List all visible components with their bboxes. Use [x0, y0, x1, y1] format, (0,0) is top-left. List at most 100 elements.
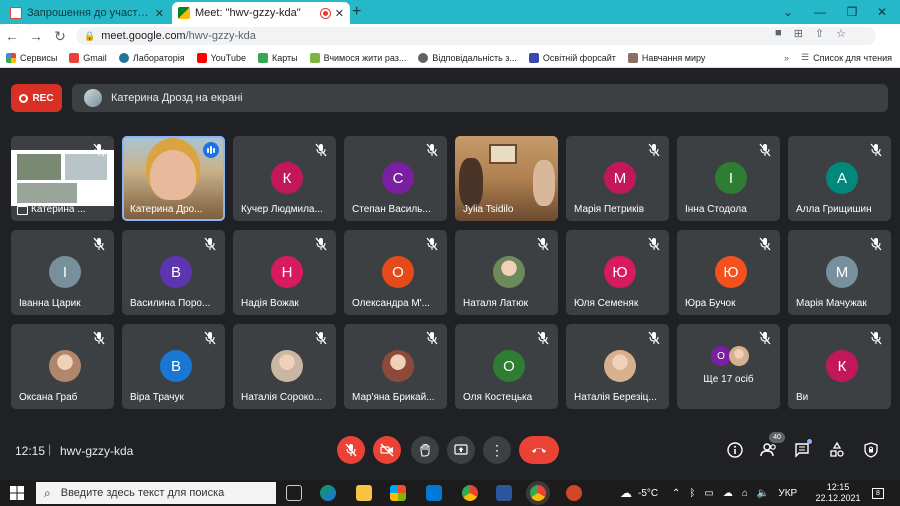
chrome-active-icon[interactable]: [530, 485, 546, 501]
word-icon[interactable]: [496, 485, 512, 501]
network-icon[interactable]: ⌂: [742, 488, 748, 499]
more-options-button[interactable]: ⋮: [483, 436, 511, 464]
chevron-up-icon[interactable]: ⌃: [672, 488, 680, 499]
participant-tile[interactable]: Jylia Tsidilo: [455, 136, 558, 221]
present-screen-button[interactable]: [447, 436, 475, 464]
participant-tile[interactable]: Оксана Граб: [11, 324, 114, 409]
forward-icon[interactable]: →: [24, 28, 48, 44]
chat-button[interactable]: [790, 438, 814, 462]
camera-off-button[interactable]: [373, 436, 401, 464]
participant-tile[interactable]: І Інна Стодола: [677, 136, 780, 221]
participant-tile[interactable]: Наталія Сороко...: [233, 324, 336, 409]
tab-invitation[interactable]: Запрошення до участі в освітн ✕: [4, 2, 170, 24]
participant-tile[interactable]: Наталя Латюк: [455, 230, 558, 315]
present-icon: [454, 444, 468, 455]
participant-tile[interactable]: К Ви: [788, 324, 891, 409]
bookmark-item[interactable]: Відповідальність з...: [412, 52, 523, 63]
participant-tile[interactable]: І Іванна Царик: [11, 230, 114, 315]
new-tab-button[interactable]: +: [352, 3, 361, 21]
bookmark-item[interactable]: Лабораторія: [113, 52, 191, 63]
close-tab-icon[interactable]: ✕: [155, 7, 164, 20]
bookmark-item[interactable]: Освітній форсайт: [523, 52, 622, 63]
url-domain: meet.google.com: [101, 30, 186, 42]
system-tray: ⌃ ᛒ ▭ ☁ ⌂ 🔈 УКР: [672, 480, 797, 506]
bookmark-item[interactable]: Карты: [252, 52, 304, 63]
activities-button[interactable]: [825, 438, 849, 462]
participant-avatar: К: [826, 350, 858, 382]
windows-start-icon[interactable]: [10, 486, 24, 500]
share-icon[interactable]: ⇧: [815, 27, 824, 40]
participant-tile[interactable]: В Віра Трачук: [122, 324, 225, 409]
task-view-icon[interactable]: [286, 485, 302, 501]
language-indicator[interactable]: УКР: [778, 488, 797, 499]
tab-search-icon[interactable]: ⌄: [772, 0, 804, 24]
taskbar-search-input[interactable]: ⌕ Введите здесь текст для поиска: [36, 482, 276, 504]
participant-tile[interactable]: Н Надія Вожак: [233, 230, 336, 315]
address-bar-row: ← → ↻ 🔒 meet.google.com/hwv-gzzy-kda ■ ⊞…: [0, 24, 900, 68]
participant-tile[interactable]: О Олександра М'...: [344, 230, 447, 315]
participant-tile[interactable]: Наталія Березіц...: [566, 324, 669, 409]
volume-icon[interactable]: 🔈: [757, 488, 769, 499]
participant-tile[interactable]: О Оля Костецька: [455, 324, 558, 409]
mic-muted-icon: [869, 331, 883, 345]
translate-icon[interactable]: ⊞: [794, 27, 803, 40]
raise-hand-button[interactable]: [411, 436, 439, 464]
maximize-button[interactable]: ❐: [836, 0, 868, 24]
camera-off-icon: [380, 443, 394, 457]
file-explorer-icon[interactable]: [356, 485, 372, 501]
battery-icon[interactable]: ▭: [704, 488, 713, 499]
close-tab-icon[interactable]: ✕: [335, 7, 344, 20]
participant-tile[interactable]: К Кучер Людмила...: [233, 136, 336, 221]
tab-meet[interactable]: Meet: "hwv-gzzy-kda" ✕: [172, 2, 350, 24]
onedrive-icon[interactable]: ☁: [723, 488, 733, 499]
reload-icon[interactable]: ↻: [48, 28, 72, 45]
powerpoint-icon[interactable]: [566, 485, 582, 501]
weather-widget[interactable]: ☁ -5°C: [620, 480, 658, 506]
camera-in-use-icon[interactable]: ■: [775, 27, 782, 40]
participant-tile[interactable]: Ю Юля Семеняк: [566, 230, 669, 315]
participant-name: Мар'яна Брикай...: [352, 392, 435, 403]
participant-tile[interactable]: Мар'яна Брикай...: [344, 324, 447, 409]
bookmark-item[interactable]: Навчання миру: [622, 52, 712, 63]
participant-tile[interactable]: М Марія Мачужак: [788, 230, 891, 315]
address-input[interactable]: 🔒 meet.google.com/hwv-gzzy-kda: [76, 27, 876, 45]
participant-name: Катерина Дро...: [130, 204, 203, 215]
participant-tile[interactable]: Катерина ...: [11, 136, 114, 221]
participant-tile[interactable]: О Ще 17 осіб: [677, 324, 780, 409]
bookmark-star-icon[interactable]: ☆: [836, 27, 846, 40]
chat-unread-dot: [807, 439, 812, 444]
bluetooth-icon[interactable]: ᛒ: [689, 488, 695, 499]
participant-tile[interactable]: В Василина Поро...: [122, 230, 225, 315]
participant-avatar: В: [160, 350, 192, 382]
minimize-button[interactable]: —: [804, 0, 836, 24]
leave-call-button[interactable]: [519, 436, 559, 464]
participant-tile[interactable]: Катерина Дро...: [122, 136, 225, 221]
bookmarks-bar: Сервисы Gmail Лабораторія YouTube Карты …: [0, 48, 900, 68]
participant-tile[interactable]: М Марія Петриків: [566, 136, 669, 221]
participant-name: Алла Грищишин: [796, 204, 872, 215]
participant-tile[interactable]: Ю Юра Бучок: [677, 230, 780, 315]
participant-tile[interactable]: С Степан Василь...: [344, 136, 447, 221]
bookmark-item[interactable]: Сервисы: [0, 52, 63, 63]
mail-icon[interactable]: [426, 485, 442, 501]
edge-icon[interactable]: [320, 485, 336, 501]
mic-off-button[interactable]: [337, 436, 365, 464]
hand-icon: [420, 444, 430, 457]
youtube-icon: [196, 52, 207, 63]
meeting-details-button[interactable]: [723, 438, 747, 462]
bookmark-item[interactable]: Вчимося жити раз...: [304, 52, 413, 63]
participant-avatar-photo: [49, 350, 81, 382]
chrome-icon[interactable]: [462, 485, 478, 501]
reading-list-button[interactable]: » ☰ Список для чтения: [784, 52, 892, 63]
notifications-button[interactable]: 8: [872, 480, 884, 506]
taskbar-clock[interactable]: 12:15 22.12.2021: [810, 482, 866, 504]
recording-badge[interactable]: REC: [11, 84, 62, 112]
host-controls-button[interactable]: [859, 438, 883, 462]
bookmark-item[interactable]: YouTube: [191, 52, 252, 63]
bookmark-item[interactable]: Gmail: [63, 52, 113, 63]
back-icon[interactable]: ←: [0, 28, 24, 44]
store-icon[interactable]: [390, 485, 406, 501]
participant-tile[interactable]: А Алла Грищишин: [788, 136, 891, 221]
participant-avatar: М: [604, 162, 636, 194]
close-window-button[interactable]: ✕: [866, 0, 898, 24]
